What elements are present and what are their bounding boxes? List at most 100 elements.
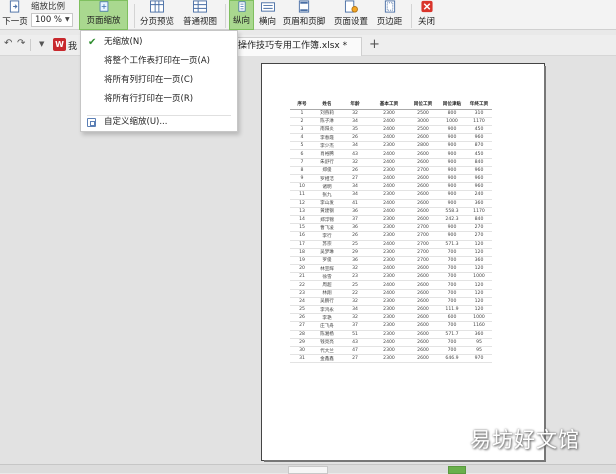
table-row: 10 诸明 34 2400 2600 900 960 (290, 182, 492, 192)
table-cell: 900 (438, 190, 466, 200)
close-label: 关闭 (417, 17, 435, 27)
table-cell: 32 (340, 297, 370, 307)
table-cell: 17 (290, 240, 314, 249)
table-cell: 960 (466, 182, 492, 192)
table-cell: 2 (290, 117, 314, 126)
table-cell: 700 (438, 264, 466, 274)
table-cell: 558.3 (438, 207, 466, 216)
landscape-icon (260, 2, 275, 12)
table-cell: 26 (340, 231, 370, 241)
table-cell: 罗相洁 (314, 174, 340, 184)
table-cell: 960 (466, 166, 492, 176)
table-row: 1 刘燕莉 32 2300 2500 800 310 (290, 109, 492, 118)
table-row: 19 罗俊 36 2300 2700 700 360 (290, 256, 492, 266)
table-cell: 1170 (466, 207, 492, 216)
table-cell: 10 (290, 182, 314, 192)
landscape-label: 横向 (258, 17, 276, 27)
table-cell: 2600 (408, 190, 438, 200)
table-cell: 2600 (408, 297, 438, 307)
table-cell: 700 (438, 297, 466, 307)
page-margins-button[interactable]: 页边距 (373, 0, 406, 30)
table-cell: 700 (438, 346, 466, 356)
tab-workbook[interactable]: 用操作技巧专用工作簿.xlsx * (222, 37, 362, 56)
portrait-button[interactable]: 纵向 (229, 0, 254, 30)
table-cell: 罗俊 (314, 256, 340, 266)
table-cell: 34 (340, 190, 370, 200)
table-cell: 800 (438, 109, 466, 118)
table-cell: 2400 (370, 125, 408, 135)
table-cell: 450 (466, 149, 492, 159)
menu-item-fit-rows[interactable]: 将所有行打印在一页(R) (81, 90, 237, 109)
page-zoom-button[interactable]: 页面缩放 (79, 0, 128, 30)
header-footer-icon (298, 0, 310, 13)
wps-logo-icon[interactable]: W (53, 38, 66, 51)
table-cell: 曹飞凌 (314, 223, 340, 233)
page-setup-icon (344, 0, 358, 13)
table-cell: 21 (290, 272, 314, 282)
menu-item-custom-scaling[interactable]: 自定义缩放(U)... (81, 113, 237, 132)
undo-icon[interactable]: ↶ (4, 38, 12, 49)
table-cell: 2400 (370, 207, 408, 216)
table-cell: 2400 (370, 133, 408, 143)
portrait-label: 纵向 (232, 16, 250, 26)
table-cell: 2700 (408, 166, 438, 176)
header-footer-label: 页眉和页脚 (282, 17, 326, 27)
table-cell: 360 (466, 330, 492, 339)
close-button[interactable]: 关闭 (414, 0, 439, 30)
table-cell: 700 (438, 248, 466, 257)
table-cell: 李山发 (314, 199, 340, 208)
column-header: 序号 (290, 100, 314, 110)
page-preview-button[interactable]: 分页预览 (137, 0, 177, 30)
header-footer-button[interactable]: 页眉和页脚 (281, 0, 327, 30)
next-page-label: 下一页 (2, 17, 28, 27)
table-cell: 2600 (408, 280, 438, 290)
redo-icon[interactable]: ↷ (17, 38, 25, 49)
table-cell: 吴梦琳 (314, 248, 340, 257)
table-row: 27 庄飞舟 37 2300 2600 700 1160 (290, 321, 492, 331)
table-cell: 2700 (408, 231, 438, 241)
table-cell: 29 (340, 248, 370, 257)
table-cell: 47 (340, 346, 370, 356)
table-cell: 1 (290, 109, 314, 118)
table-cell: 23 (290, 289, 314, 298)
ribbon-toolbar: 下一页 缩放比例 100 % ▼ 页面缩放 分页预览 普通视图 纵向 横向 页眉… (0, 0, 616, 30)
table-row: 7 朱舒行 32 2400 2600 900 840 (290, 158, 492, 167)
table-cell: 2700 (408, 248, 438, 257)
landscape-button[interactable]: 横向 (255, 0, 280, 30)
table-cell: 2500 (408, 125, 438, 135)
table-cell: 36 (340, 207, 370, 216)
table-cell: 571.7 (438, 330, 466, 339)
table-cell: 900 (438, 149, 466, 159)
chevron-down-icon[interactable]: ▼ (65, 13, 75, 27)
table-cell: 43 (340, 338, 370, 347)
chevron-down-icon[interactable]: ▼ (39, 40, 44, 48)
table-cell: 900 (438, 199, 466, 208)
menu-item-fit-columns[interactable]: 将所有列打印在一页(C) (81, 71, 237, 90)
table-cell: 2300 (370, 313, 408, 323)
page-setup-button[interactable]: 页面设置 (330, 0, 372, 30)
normal-view-button[interactable]: 普通视图 (180, 0, 220, 30)
table-cell: 120 (466, 297, 492, 307)
column-header: 姓名 (314, 100, 340, 110)
table-cell: 900 (438, 158, 466, 167)
table-cell: 120 (466, 289, 492, 298)
menu-item-fit-sheet[interactable]: 将整个工作表打印在一页(A) (81, 52, 237, 71)
table-cell: 120 (466, 280, 492, 290)
portrait-icon (237, 1, 246, 12)
table-cell: 27 (340, 354, 370, 364)
table-row: 20 林宣辉 32 2400 2600 700 120 (290, 264, 492, 274)
table-cell: 25 (340, 240, 370, 249)
page-setup-label: 页面设置 (333, 17, 368, 27)
next-page-button[interactable]: 下一页 (0, 0, 30, 30)
table-cell: 2600 (408, 174, 438, 184)
toolbar-divider (411, 4, 412, 28)
table-cell: 苏宗 (314, 240, 340, 249)
table-cell: 2300 (370, 109, 408, 118)
new-tab-icon[interactable]: + (369, 37, 380, 52)
table-row: 22 周超 25 2400 2600 700 120 (290, 280, 492, 290)
table-cell: 2300 (370, 231, 408, 241)
table-cell: 26 (340, 166, 370, 176)
table-cell: 2300 (370, 272, 408, 282)
table-row: 8 郑俊 26 2300 2700 900 960 (290, 166, 492, 176)
menu-item-no-scaling[interactable]: ✔ 无缩放(N) (81, 33, 237, 52)
